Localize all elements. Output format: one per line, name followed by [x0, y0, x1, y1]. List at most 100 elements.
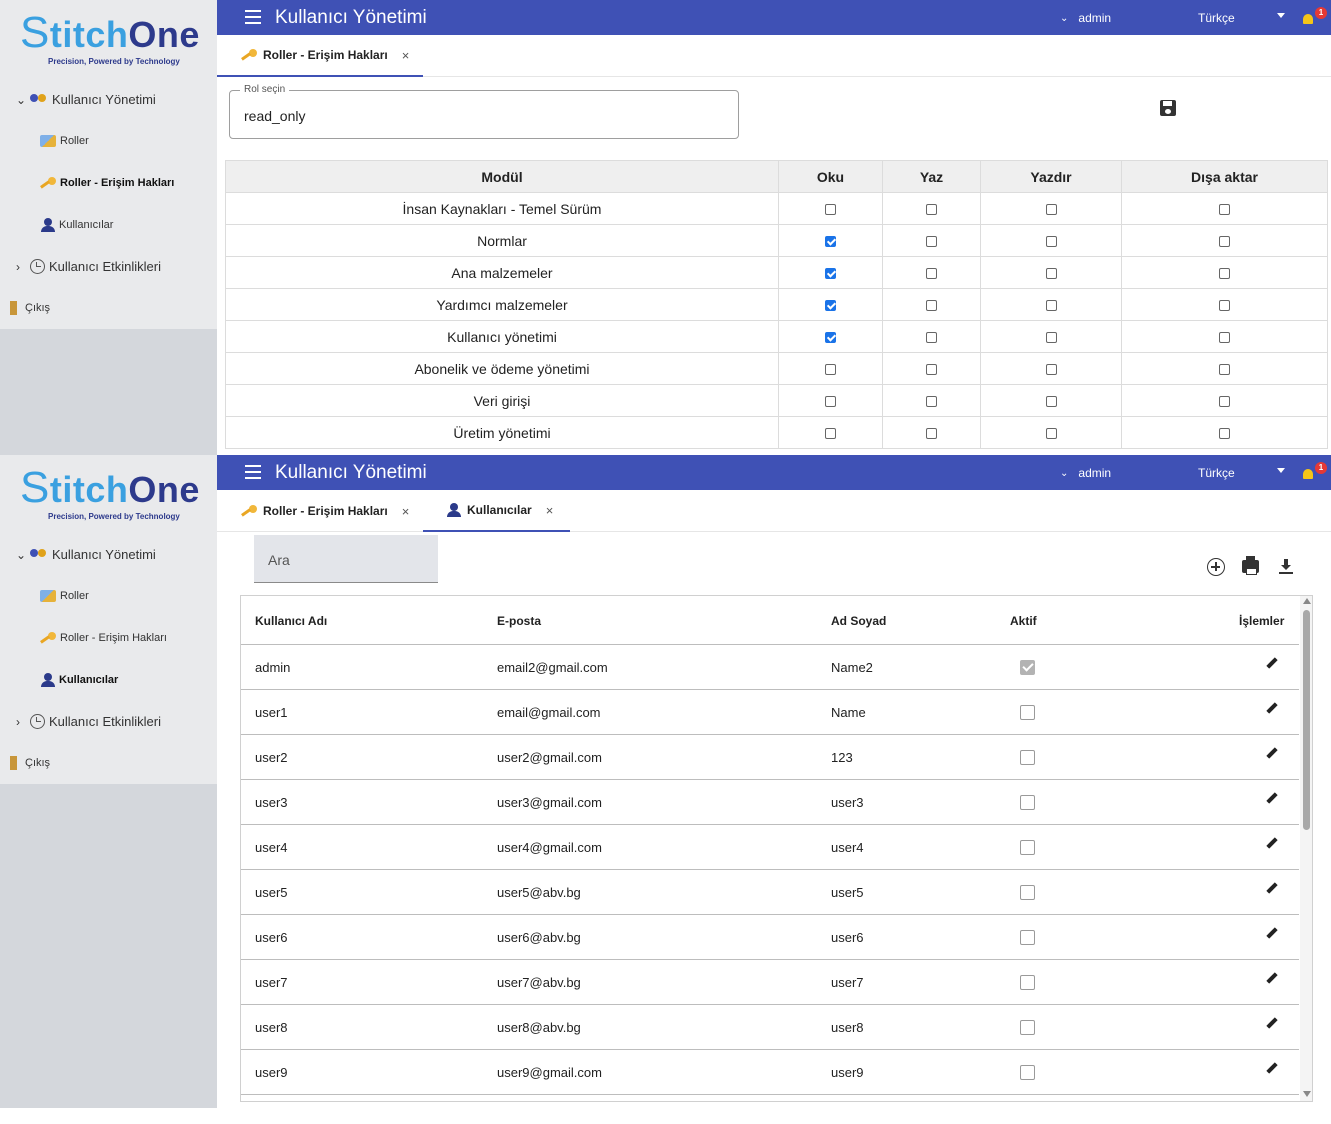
write-checkbox[interactable]	[926, 364, 937, 376]
print-checkbox[interactable]	[1045, 332, 1057, 344]
bell-icon[interactable]	[1303, 469, 1313, 479]
column-header-username[interactable]: Kullanıcı Adı	[255, 614, 327, 628]
search-input[interactable]: Ara	[254, 535, 438, 583]
role-select[interactable]: Rol seçin read_only	[229, 84, 739, 139]
export-checkbox[interactable]	[1219, 428, 1230, 440]
sidebar-item-role-permissions[interactable]: Roller - Erişim Hakları	[40, 632, 167, 644]
column-header-email[interactable]: E-posta	[497, 614, 541, 628]
export-checkbox[interactable]	[1219, 300, 1230, 312]
scroll-up-arrow-icon[interactable]	[1303, 598, 1311, 604]
export-checkbox[interactable]	[1219, 236, 1230, 248]
save-icon[interactable]	[1160, 100, 1176, 116]
read-checkbox[interactable]	[825, 268, 836, 280]
close-icon[interactable]: ×	[546, 503, 554, 518]
active-checkbox[interactable]	[1020, 750, 1035, 765]
dropdown-arrow-icon[interactable]	[1277, 468, 1285, 473]
read-checkbox[interactable]	[825, 428, 836, 440]
active-checkbox[interactable]	[1020, 975, 1035, 990]
active-checkbox[interactable]	[1020, 930, 1035, 945]
bell-icon[interactable]	[1303, 14, 1313, 24]
sidebar-group-user-activity[interactable]: › Kullanıcı Etkinlikleri	[16, 259, 161, 274]
read-checkbox[interactable]	[825, 204, 836, 216]
sidebar-item-roles[interactable]: Roller	[40, 590, 89, 602]
user-menu[interactable]: ⌄ admin	[1060, 11, 1111, 25]
tab-label: Kullanıcılar	[467, 503, 532, 517]
print-checkbox[interactable]	[1045, 428, 1057, 440]
read-checkbox[interactable]	[825, 396, 836, 408]
read-checkbox[interactable]	[825, 236, 836, 248]
active-checkbox[interactable]	[1020, 840, 1035, 855]
clock-icon	[30, 259, 45, 274]
dropdown-arrow-icon[interactable]	[1277, 13, 1285, 18]
edit-icon[interactable]	[1266, 1017, 1278, 1029]
sidebar-group-user-activity[interactable]: › Kullanıcı Etkinlikleri	[16, 714, 161, 729]
edit-icon[interactable]	[1266, 927, 1278, 939]
active-checkbox[interactable]	[1020, 1020, 1035, 1035]
tab-bar: Roller - Erişim Hakları ×	[217, 35, 1331, 77]
print-checkbox[interactable]	[1045, 236, 1057, 248]
user-menu[interactable]: ⌄ admin	[1060, 466, 1111, 480]
add-icon[interactable]	[1207, 558, 1225, 576]
write-checkbox[interactable]	[926, 428, 937, 440]
write-checkbox[interactable]	[926, 204, 937, 216]
email-cell: user8@abv.bg	[497, 1020, 581, 1035]
sidebar-group-user-management[interactable]: ⌄ Kullanıcı Yönetimi	[16, 92, 156, 107]
read-checkbox[interactable]	[825, 300, 836, 312]
sidebar-item-roles[interactable]: Roller	[40, 135, 89, 147]
edit-icon[interactable]	[1266, 792, 1278, 804]
menu-icon[interactable]	[245, 10, 261, 24]
sidebar-group-user-management[interactable]: ⌄ Kullanıcı Yönetimi	[16, 547, 156, 562]
scroll-down-arrow-icon[interactable]	[1303, 1091, 1311, 1097]
active-checkbox[interactable]	[1020, 705, 1035, 720]
print-checkbox[interactable]	[1045, 364, 1057, 376]
tab-role-permissions[interactable]: Roller - Erişim Hakları ×	[217, 490, 423, 532]
column-header-active[interactable]: Aktif	[1010, 614, 1037, 628]
edit-icon[interactable]	[1266, 972, 1278, 984]
edit-icon[interactable]	[1266, 882, 1278, 894]
export-checkbox[interactable]	[1219, 332, 1230, 344]
email-cell: email@gmail.com	[497, 705, 601, 720]
read-checkbox[interactable]	[825, 364, 836, 376]
active-checkbox[interactable]	[1020, 1065, 1035, 1080]
active-checkbox[interactable]	[1020, 795, 1035, 810]
write-checkbox[interactable]	[926, 396, 937, 408]
print-checkbox[interactable]	[1045, 204, 1057, 216]
export-checkbox[interactable]	[1219, 268, 1230, 280]
print-checkbox[interactable]	[1045, 396, 1057, 408]
tab-role-permissions[interactable]: Roller - Erişim Hakları ×	[217, 35, 423, 77]
sidebar-item-users[interactable]: Kullanıcılar	[41, 673, 118, 687]
edit-icon[interactable]	[1266, 657, 1278, 669]
sidebar-item-logout[interactable]: Çıkış	[10, 756, 50, 770]
export-checkbox[interactable]	[1219, 396, 1230, 408]
write-checkbox[interactable]	[926, 268, 937, 280]
write-checkbox[interactable]	[926, 332, 937, 344]
download-icon[interactable]	[1279, 559, 1293, 575]
sidebar-item-role-permissions[interactable]: Roller - Erişim Hakları	[40, 177, 174, 189]
language-select[interactable]: Türkçe	[1198, 11, 1235, 25]
scroll-thumb[interactable]	[1303, 610, 1310, 830]
column-header-fullname[interactable]: Ad Soyad	[831, 614, 886, 628]
print-checkbox[interactable]	[1045, 268, 1057, 280]
read-checkbox[interactable]	[825, 332, 836, 344]
language-select[interactable]: Türkçe	[1198, 466, 1235, 480]
sidebar-item-logout[interactable]: Çıkış	[10, 301, 50, 315]
edit-icon[interactable]	[1266, 837, 1278, 849]
write-checkbox[interactable]	[926, 300, 937, 312]
table-header: Kullanıcı Adı E-posta Ad Soyad Aktif İşl…	[241, 596, 1299, 645]
scrollbar[interactable]	[1300, 596, 1312, 1101]
print-checkbox[interactable]	[1045, 300, 1057, 312]
edit-icon[interactable]	[1266, 747, 1278, 759]
close-icon[interactable]: ×	[402, 504, 410, 519]
edit-icon[interactable]	[1266, 702, 1278, 714]
menu-icon[interactable]	[245, 465, 261, 479]
active-checkbox[interactable]	[1020, 660, 1035, 675]
tab-users[interactable]: Kullanıcılar ×	[423, 490, 570, 532]
export-checkbox[interactable]	[1219, 364, 1230, 376]
active-checkbox[interactable]	[1020, 885, 1035, 900]
export-checkbox[interactable]	[1219, 204, 1230, 216]
close-icon[interactable]: ×	[402, 48, 410, 63]
print-icon[interactable]	[1242, 556, 1259, 575]
edit-icon[interactable]	[1266, 1062, 1278, 1074]
write-checkbox[interactable]	[926, 236, 937, 248]
sidebar-item-users[interactable]: Kullanıcılar	[41, 218, 113, 232]
